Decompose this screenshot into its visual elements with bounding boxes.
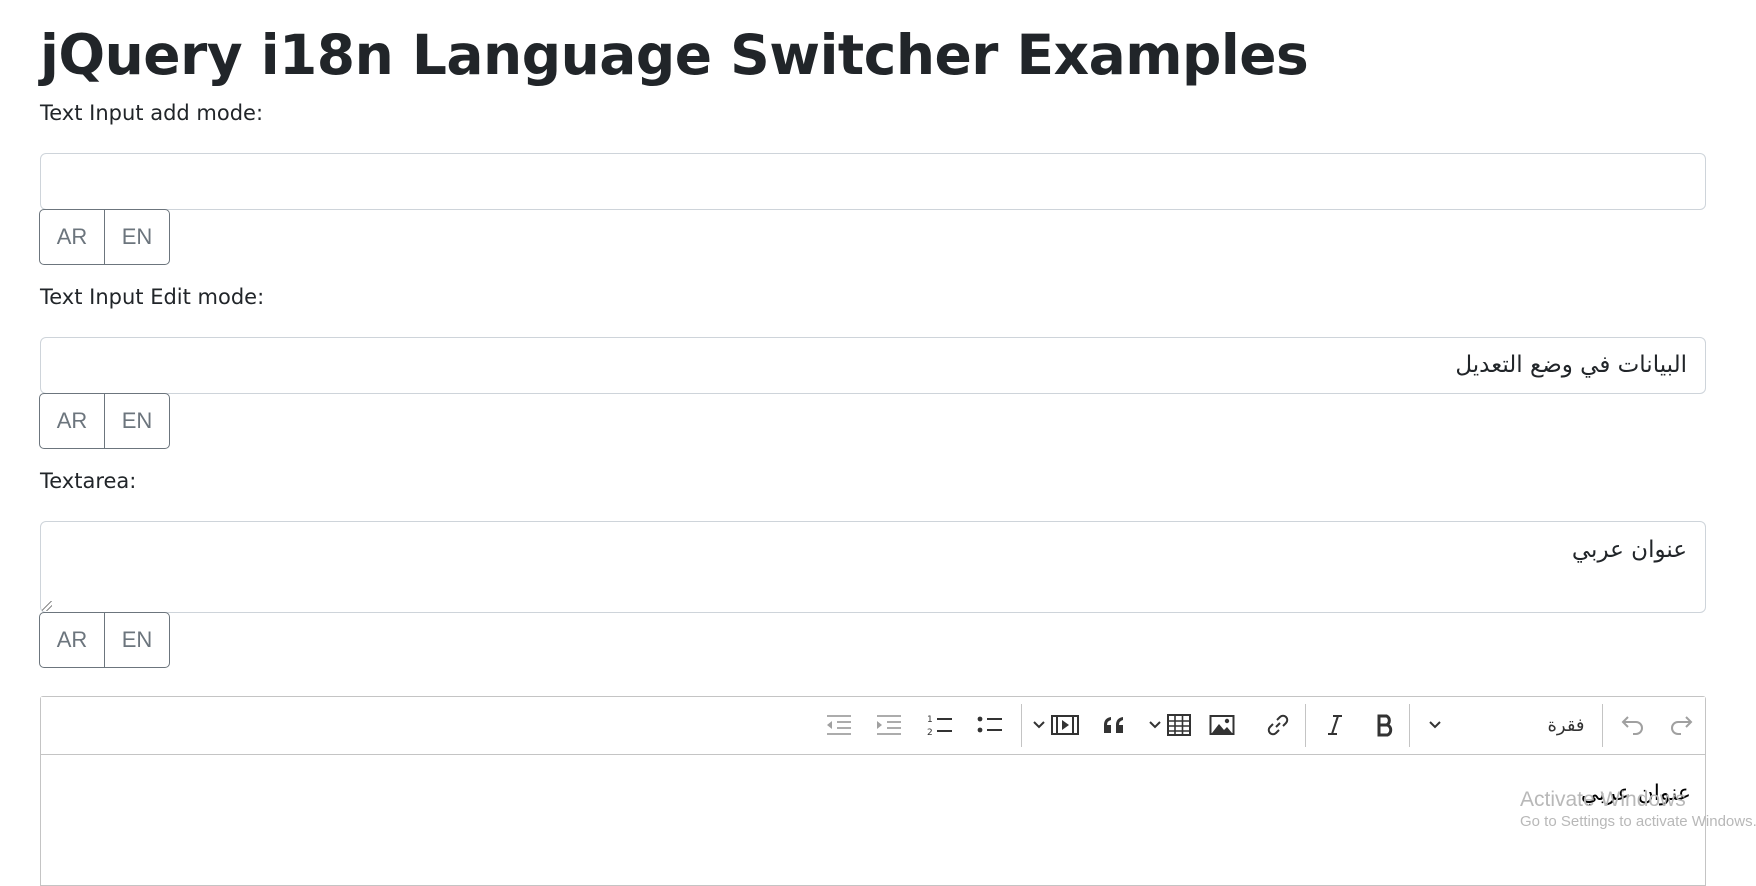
table-dropdown-chevron-icon[interactable] [1145,709,1165,741]
blockquote-icon[interactable] [1099,709,1129,741]
add-mode-label: Text Input add mode: [40,101,264,125]
edit-mode-input[interactable]: البيانات في وضع التعديل [40,337,1706,394]
toolbar-separator [1409,704,1410,747]
bulleted-list-icon[interactable] [974,709,1006,741]
textarea-field[interactable]: عنوان عربي [40,521,1706,613]
heading-dropdown-label: فقرة [1547,714,1585,736]
outdent-icon[interactable] [823,709,855,741]
textarea-label: Textarea: [40,469,137,493]
edit-mode-label: Text Input Edit mode: [40,285,265,309]
italic-icon[interactable] [1321,709,1349,741]
editor-toolbar: فقرة 1 2 [41,697,1705,755]
svg-text:2: 2 [927,728,933,737]
redo-icon[interactable] [1667,709,1697,741]
edit-mode-ar-button[interactable]: AR [39,393,105,449]
numbered-list-icon[interactable]: 12 [924,709,956,741]
textarea-lang-switcher: AR EN [39,612,170,668]
page-title: jQuery i18n Language Switcher Examples [40,23,1309,87]
undo-icon[interactable] [1617,709,1647,741]
rich-text-editor: فقرة 1 2 عنوان عربي [40,696,1706,886]
add-mode-lang-switcher: AR EN [39,209,170,265]
textarea-en-button[interactable]: EN [104,612,170,668]
editor-content-text: عنوان عربي [1580,781,1691,806]
table-icon[interactable] [1165,709,1193,741]
edit-mode-en-button[interactable]: EN [104,393,170,449]
media-dropdown-chevron-icon[interactable] [1029,709,1049,741]
edit-mode-lang-switcher: AR EN [39,393,170,449]
heading-dropdown[interactable]: فقرة [1541,709,1591,741]
media-embed-icon[interactable] [1049,709,1081,741]
chevron-down-icon[interactable] [1423,709,1447,741]
image-icon[interactable] [1206,709,1238,741]
textarea-ar-button[interactable]: AR [39,612,105,668]
textarea-value: عنوان عربي [1571,537,1687,563]
svg-text:1: 1 [927,715,933,725]
toolbar-separator [1021,704,1022,747]
add-mode-input[interactable] [40,153,1706,210]
bold-icon[interactable] [1371,709,1399,741]
toolbar-separator [1305,704,1306,747]
toolbar-separator [1602,704,1603,747]
link-icon[interactable] [1263,709,1293,741]
add-mode-ar-button[interactable]: AR [39,209,105,265]
resize-handle-icon[interactable] [42,601,52,611]
indent-icon[interactable] [873,709,905,741]
add-mode-en-button[interactable]: EN [104,209,170,265]
